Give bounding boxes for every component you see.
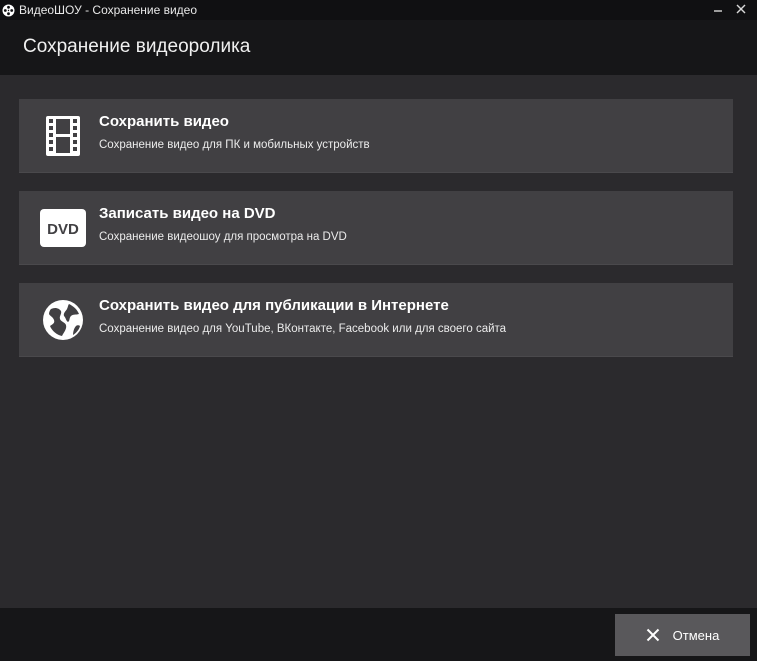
dvd-icon: DVD — [40, 205, 86, 251]
dvd-icon-text: DVD — [47, 221, 79, 238]
globe-icon — [40, 297, 86, 343]
option-subtitle: Сохранение видео для ПК и мобильных устр… — [99, 139, 370, 151]
dialog-footer: Отмена — [0, 608, 757, 661]
close-icon — [736, 1, 746, 19]
option-subtitle: Сохранение видео для YouTube, ВКонтакте,… — [99, 323, 507, 335]
film-strip-icon — [40, 113, 86, 159]
dialog-header: Сохранение видеоролика — [0, 20, 757, 75]
window-title: ВидеоШОУ - Сохранение видео — [19, 3, 198, 17]
minimize-button[interactable] — [708, 0, 728, 20]
film-reel-icon — [2, 4, 15, 17]
option-title: Сохранить видео — [99, 113, 229, 130]
option-burn-dvd[interactable]: DVD Записать видео на DVD Сохранение вид… — [19, 191, 733, 265]
page-title: Сохранение видеоролика — [23, 36, 251, 57]
option-title: Записать видео на DVD — [99, 205, 276, 222]
close-window-button[interactable] — [731, 0, 751, 20]
close-icon — [646, 628, 660, 642]
cancel-button[interactable]: Отмена — [615, 614, 750, 656]
option-publish-internet[interactable]: Сохранить видео для публикации в Интерне… — [19, 283, 733, 357]
title-bar: ВидеоШОУ - Сохранение видео — [0, 0, 757, 20]
option-title: Сохранить видео для публикации в Интерне… — [99, 297, 449, 314]
option-save-video[interactable]: Сохранить видео Сохранение видео для ПК … — [19, 99, 733, 173]
cancel-label: Отмена — [672, 627, 720, 643]
minimize-icon — [713, 1, 723, 19]
option-subtitle: Сохранение видеошоу для просмотра на DVD — [99, 231, 347, 243]
